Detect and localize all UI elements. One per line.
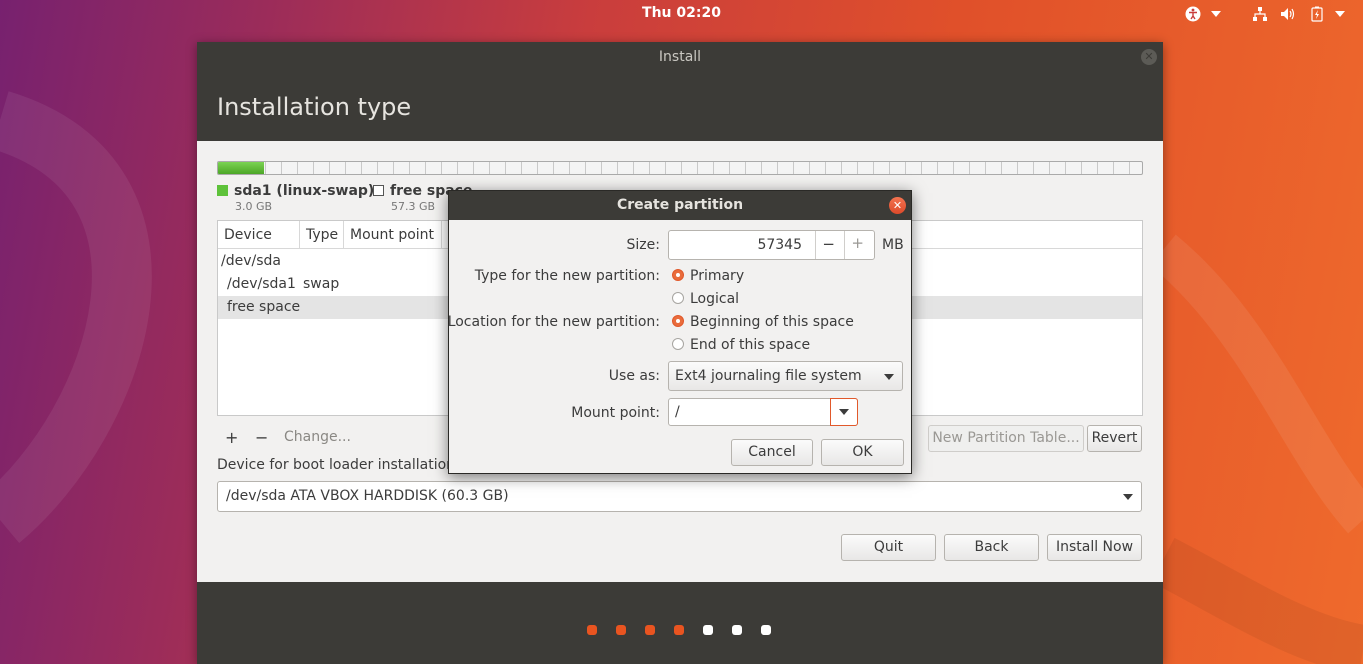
add-partition-button[interactable]: + xyxy=(225,428,238,447)
radio-selected-icon xyxy=(672,315,684,327)
progress-dot-complete xyxy=(645,625,655,635)
radio-primary[interactable]: Primary xyxy=(672,268,744,284)
swap-partition-segment xyxy=(218,162,265,174)
progress-dot-complete xyxy=(587,625,597,635)
swap-color-swatch xyxy=(217,185,228,196)
increment-icon[interactable]: + xyxy=(851,234,864,252)
volume-icon[interactable] xyxy=(1280,6,1296,22)
remove-partition-button[interactable]: − xyxy=(255,428,268,447)
mount-point-dropdown-button[interactable] xyxy=(830,398,858,426)
bootloader-label: Device for boot loader installation xyxy=(217,457,456,473)
size-spinbox[interactable]: 57345 − + xyxy=(668,230,875,260)
cancel-button[interactable]: Cancel xyxy=(731,439,813,466)
legend-label: sda1 (linux-swap) xyxy=(234,183,375,199)
progress-dot-pending xyxy=(703,625,713,635)
use-as-select[interactable]: Ext4 journaling file system xyxy=(668,361,903,391)
radio-logical[interactable]: Logical xyxy=(672,291,739,307)
revert-button[interactable]: Revert xyxy=(1087,425,1142,452)
chevron-down-icon xyxy=(839,409,849,415)
radio-end-of-space[interactable]: End of this space xyxy=(672,337,810,353)
chevron-down-icon xyxy=(1123,494,1133,500)
column-header-type[interactable]: Type xyxy=(300,221,344,249)
use-as-label: Use as: xyxy=(608,368,660,384)
chevron-down-icon xyxy=(884,374,894,380)
partition-location-label: Location for the new partition: xyxy=(447,314,660,330)
progress-footer xyxy=(197,582,1163,664)
type-cell: swap xyxy=(303,276,340,292)
mount-point-input[interactable]: / xyxy=(668,398,858,426)
accessibility-menu-chevron-down-icon[interactable] xyxy=(1211,11,1221,17)
dialog-close-icon[interactable]: ✕ xyxy=(889,197,906,214)
create-partition-dialog: Create partition ✕ Size: 57345 − + MB Ty… xyxy=(448,190,912,474)
window-titlebar: Install ✕ xyxy=(197,42,1163,72)
radio-unselected-icon xyxy=(672,338,684,350)
partition-usage-bar xyxy=(217,161,1143,175)
top-panel: Thu 02:20 xyxy=(0,0,1363,28)
ok-button[interactable]: OK xyxy=(821,439,904,466)
device-cell: /dev/sda xyxy=(221,253,281,269)
partition-type-label: Type for the new partition: xyxy=(474,268,660,284)
mount-point-label: Mount point: xyxy=(571,405,660,421)
window-title: Install xyxy=(658,49,702,65)
use-as-value: Ext4 journaling file system xyxy=(675,368,862,384)
battery-icon[interactable] xyxy=(1309,6,1325,22)
decrement-icon[interactable]: − xyxy=(822,235,835,253)
size-label: Size: xyxy=(626,237,660,253)
accessibility-icon[interactable] xyxy=(1185,6,1201,22)
progress-dot-pending xyxy=(732,625,742,635)
quit-button[interactable]: Quit xyxy=(841,534,936,561)
bootloader-device-select[interactable]: /dev/sda ATA VBOX HARDDISK (60.3 GB) xyxy=(217,481,1142,512)
radio-label: Primary xyxy=(690,268,745,284)
radio-label: End of this space xyxy=(690,337,811,353)
window-close-icon[interactable]: ✕ xyxy=(1141,49,1157,65)
size-unit: MB xyxy=(882,237,904,253)
radio-unselected-icon xyxy=(672,292,684,304)
progress-dot-complete xyxy=(674,625,684,635)
radio-selected-icon xyxy=(672,269,684,281)
legend-item-swap: sda1 (linux-swap) 3.0 GB xyxy=(217,183,374,213)
change-partition-button[interactable]: Change... xyxy=(284,429,351,445)
system-menu-chevron-down-icon[interactable] xyxy=(1335,11,1345,17)
bootloader-device-value: /dev/sda ATA VBOX HARDDISK (60.3 GB) xyxy=(226,488,509,504)
new-partition-table-button[interactable]: New Partition Table... xyxy=(928,425,1084,452)
device-cell: /dev/sda1 xyxy=(227,276,296,292)
size-value: 57345 xyxy=(757,237,802,253)
column-header-mount-point[interactable]: Mount point xyxy=(344,221,442,249)
progress-dot-pending xyxy=(761,625,771,635)
device-cell: free space xyxy=(227,299,301,315)
network-icon[interactable] xyxy=(1252,6,1268,22)
divider xyxy=(844,231,845,259)
radio-label: Logical xyxy=(690,291,740,307)
mount-point-value: / xyxy=(675,404,680,420)
free-space-color-swatch xyxy=(373,185,384,196)
clock[interactable]: Thu 02:20 xyxy=(0,5,1363,21)
legend-size: 3.0 GB xyxy=(235,200,273,213)
dialog-titlebar: Create partition ✕ xyxy=(449,191,911,220)
install-now-button[interactable]: Install Now xyxy=(1047,534,1142,561)
back-button[interactable]: Back xyxy=(944,534,1039,561)
divider xyxy=(815,231,816,259)
dialog-title: Create partition xyxy=(616,197,744,213)
progress-dot-complete xyxy=(616,625,626,635)
radio-beginning-of-space[interactable]: Beginning of this space xyxy=(672,314,854,330)
column-header-device[interactable]: Device xyxy=(218,221,300,249)
radio-label: Beginning of this space xyxy=(690,314,854,330)
page-title: Installation type xyxy=(197,72,1163,141)
